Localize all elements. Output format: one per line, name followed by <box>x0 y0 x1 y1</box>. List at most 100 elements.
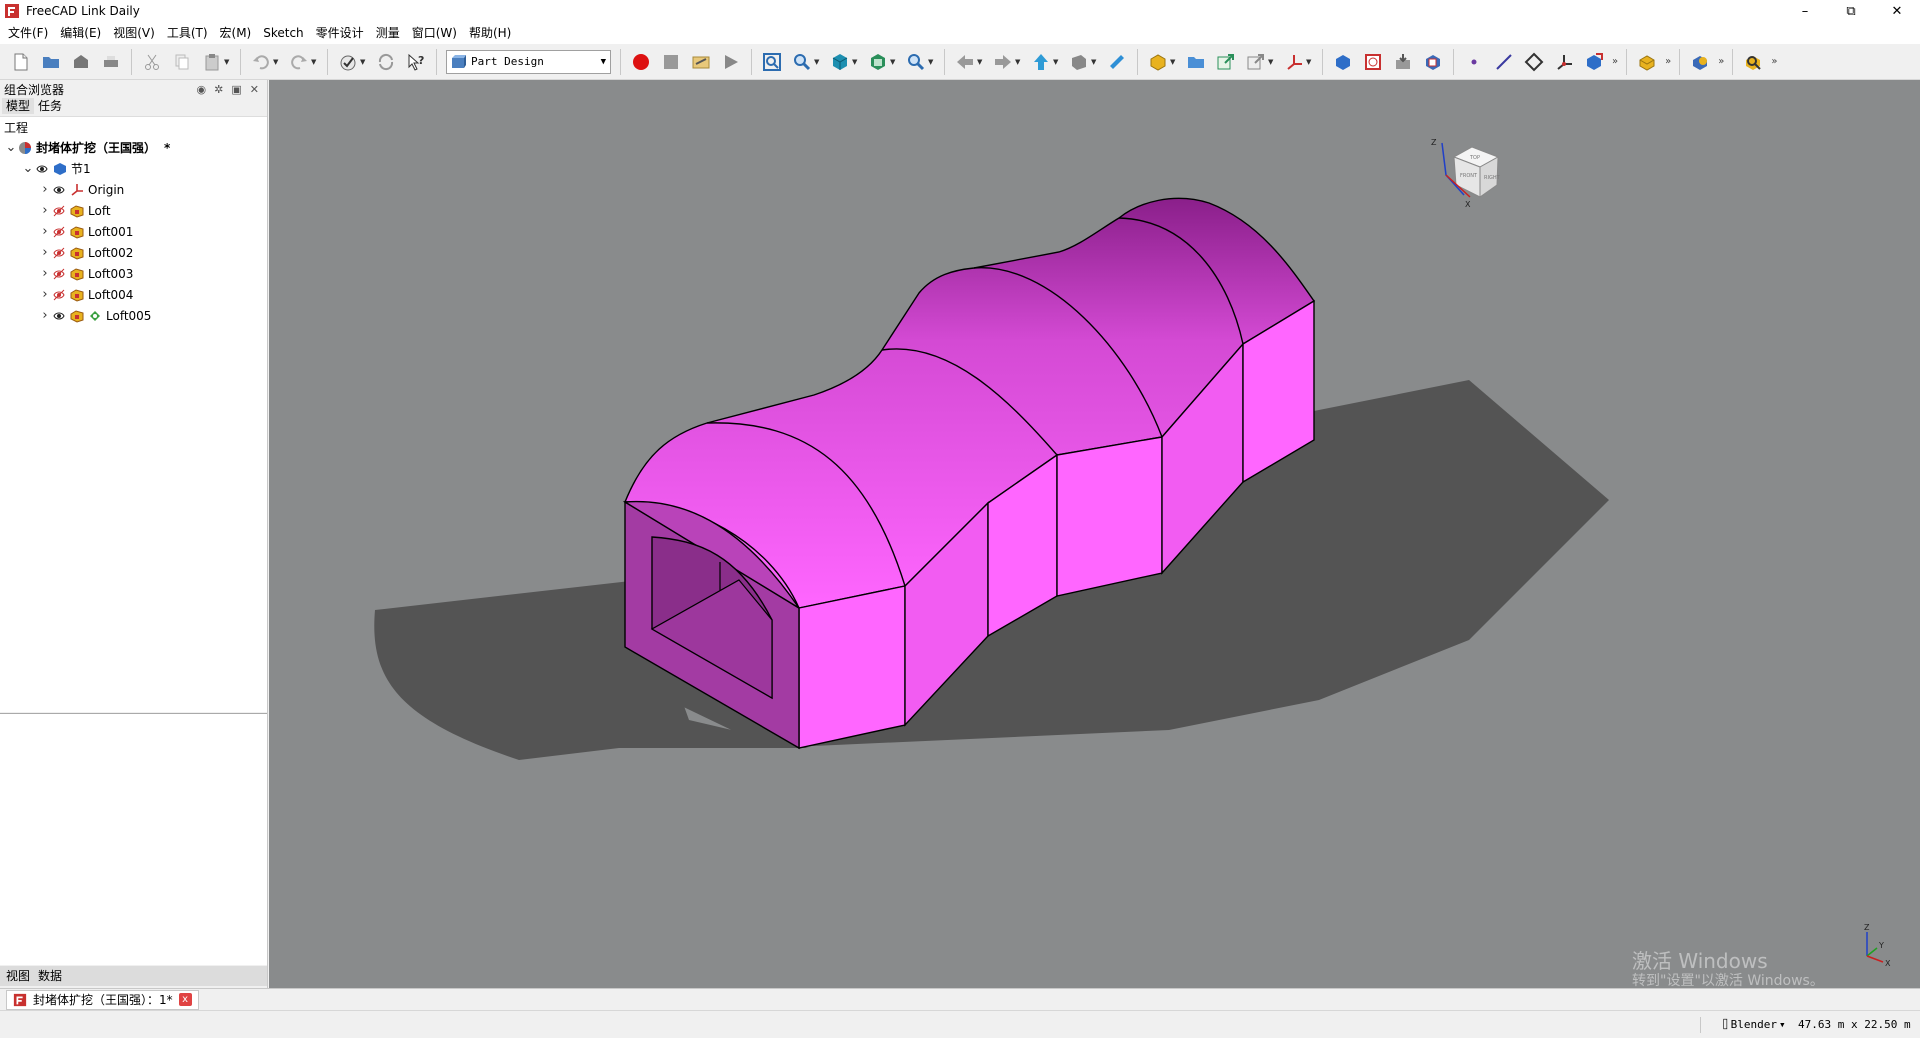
menu-macro[interactable]: 宏(M) <box>214 22 258 44</box>
tree-item-origin[interactable]: › Origin <box>0 179 267 200</box>
open-file-button[interactable] <box>38 49 64 75</box>
visibility-on-icon[interactable] <box>52 309 66 323</box>
tab-tasks[interactable]: 任务 <box>34 98 66 114</box>
toolbar-overflow-icon[interactable]: » <box>1718 56 1724 67</box>
tab-model[interactable]: 模型 <box>2 98 35 114</box>
menu-help[interactable]: 帮助(H) <box>463 22 517 44</box>
menu-sketch[interactable]: Sketch <box>257 22 309 44</box>
shape-binder-button[interactable] <box>1581 49 1607 75</box>
gear-icon[interactable]: ✲ <box>214 83 223 96</box>
save-button[interactable] <box>68 49 94 75</box>
macro-stop-button[interactable] <box>658 49 684 75</box>
link-actions-button[interactable] <box>1243 49 1269 75</box>
menu-measure[interactable]: 测量 <box>370 22 406 44</box>
fit-all-button[interactable] <box>759 49 785 75</box>
visibility-off-icon[interactable] <box>52 246 66 260</box>
validate-sketch-button[interactable] <box>1390 49 1416 75</box>
visibility-off-icon[interactable] <box>52 288 66 302</box>
workbench-selector[interactable]: Part Design ▼ <box>446 49 611 74</box>
close-tab-icon[interactable]: x <box>178 993 192 1006</box>
close-panel-icon[interactable]: ✕ <box>250 83 259 96</box>
cut-button[interactable] <box>139 49 165 75</box>
macro-record-button[interactable] <box>628 49 654 75</box>
menu-view[interactable]: 视图(V) <box>107 22 161 44</box>
tree-item-loft004[interactable]: › Loft004 <box>0 284 267 305</box>
dropdown-arrow-icon[interactable]: ▼ <box>360 58 368 66</box>
menu-tools[interactable]: 工具(T) <box>161 22 214 44</box>
stereo-button[interactable] <box>1066 49 1092 75</box>
create-group-button[interactable] <box>1183 49 1209 75</box>
visibility-off-icon[interactable] <box>52 225 66 239</box>
tab-data[interactable]: 数据 <box>34 966 66 986</box>
toolbar-overflow-icon[interactable]: » <box>1665 56 1671 67</box>
chevron-right-icon[interactable]: › <box>38 266 52 281</box>
dropdown-arrow-icon[interactable]: ▼ <box>1170 58 1178 66</box>
create-link-button[interactable] <box>1213 49 1239 75</box>
measure-linear-button[interactable] <box>1740 49 1766 75</box>
3d-scene[interactable]: TOP FRONT RIGHT Z X Z Y X <box>269 80 1920 988</box>
measure-button[interactable] <box>1104 49 1130 75</box>
dropdown-arrow-icon[interactable]: ▼ <box>273 58 281 66</box>
zoom-button[interactable] <box>903 49 929 75</box>
menu-edit[interactable]: 编辑(E) <box>54 22 107 44</box>
dropdown-arrow-icon[interactable]: ▼ <box>852 58 860 66</box>
tab-view[interactable]: 视图 <box>2 966 34 986</box>
chevron-right-icon[interactable]: › <box>38 203 52 218</box>
chevron-right-icon[interactable]: › <box>38 287 52 302</box>
whats-this-button[interactable]: ? <box>403 49 429 75</box>
datum-point-button[interactable] <box>1461 49 1487 75</box>
macro-run-button[interactable] <box>718 49 744 75</box>
redo-button[interactable] <box>286 49 312 75</box>
up-button[interactable] <box>1028 49 1054 75</box>
restore-button[interactable]: ⧉ <box>1828 0 1874 22</box>
navigation-style-selector[interactable]: ⌷ Blender ▾ <box>1722 1018 1786 1031</box>
menu-window[interactable]: 窗口(W) <box>406 22 463 44</box>
dropdown-arrow-icon[interactable]: ▼ <box>311 58 319 66</box>
forward-button[interactable] <box>990 49 1016 75</box>
tree-item-loft002[interactable]: › Loft002 <box>0 242 267 263</box>
visibility-off-icon[interactable] <box>52 267 66 281</box>
dropdown-arrow-icon[interactable]: ▼ <box>1053 58 1061 66</box>
toolbar-overflow-icon[interactable]: » <box>1771 56 1777 67</box>
chevron-right-icon[interactable]: › <box>38 224 52 239</box>
toolbar-overflow-icon[interactable]: » <box>1612 56 1618 67</box>
dropdown-arrow-icon[interactable]: ▼ <box>977 58 985 66</box>
print-button[interactable] <box>98 49 124 75</box>
chevron-right-icon[interactable]: › <box>38 308 52 323</box>
tree-item--[interactable]: ⌄ 封堵体扩挖（王国强） * <box>0 137 267 158</box>
float-panel-icon[interactable]: ▣ <box>231 83 241 96</box>
dropdown-arrow-icon[interactable]: ▼ <box>224 58 232 66</box>
refresh-button[interactable] <box>373 49 399 75</box>
panel-options-icon[interactable]: ◉ <box>197 83 207 96</box>
chevron-down-icon[interactable]: ⌄ <box>4 140 18 155</box>
tree-item-loft001[interactable]: › Loft001 <box>0 221 267 242</box>
back-button[interactable] <box>952 49 978 75</box>
map-sketch-button[interactable] <box>1420 49 1446 75</box>
pad-button[interactable] <box>1634 49 1660 75</box>
copy-button[interactable] <box>169 49 195 75</box>
create-part-button[interactable] <box>1145 49 1171 75</box>
dropdown-arrow-icon[interactable]: ▼ <box>928 58 936 66</box>
tree-item-loft003[interactable]: › Loft003 <box>0 263 267 284</box>
dropdown-arrow-icon[interactable]: ▼ <box>1015 58 1023 66</box>
tree-item-loft005[interactable]: › Loft005 <box>0 305 267 326</box>
fillet-button[interactable] <box>1687 49 1713 75</box>
document-tab[interactable]: 封堵体扩挖（王国强）：1* x <box>6 989 199 1010</box>
navigation-cube[interactable]: TOP FRONT RIGHT Z X <box>1431 138 1501 209</box>
macro-edit-button[interactable] <box>688 49 714 75</box>
minimize-button[interactable]: – <box>1782 0 1828 22</box>
chevron-right-icon[interactable]: › <box>38 245 52 260</box>
property-view[interactable] <box>0 713 267 965</box>
dropdown-arrow-icon[interactable]: ▼ <box>1091 58 1099 66</box>
new-file-button[interactable] <box>8 49 34 75</box>
close-window-button[interactable]: ✕ <box>1874 0 1920 22</box>
dropdown-arrow-icon[interactable]: ▼ <box>1306 58 1314 66</box>
chevron-down-icon[interactable]: ⌄ <box>21 161 35 176</box>
create-cs-button[interactable] <box>1281 49 1307 75</box>
menu-file[interactable]: 文件(F) <box>2 22 54 44</box>
model-tree[interactable]: 工程 ⌄ 封堵体扩挖（王国强） * ⌄ 节1 › Origin › Loft › Loft001 › L… <box>0 116 267 712</box>
visibility-on-icon[interactable] <box>52 183 66 197</box>
bounding-box-button[interactable] <box>865 49 891 75</box>
menu-part-design[interactable]: 零件设计 <box>310 22 370 44</box>
paste-button[interactable] <box>199 49 225 75</box>
